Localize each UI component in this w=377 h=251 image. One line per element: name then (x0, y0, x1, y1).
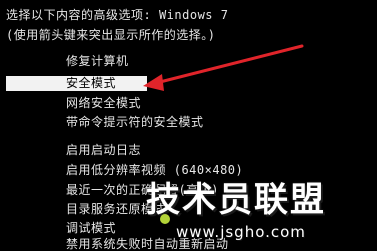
boot-menu-screen: 选择以下内容的高级选项: Windows 7 (使用箭头键来突出显示所作的选择。… (0, 0, 377, 251)
watermark-title: 技术员联盟 (146, 180, 326, 220)
site-watermark: 技术员联盟 www.jsgho.com (146, 180, 372, 244)
watermark-dot-icon (160, 214, 170, 224)
watermark-url: www.jsgho.com (176, 223, 306, 241)
